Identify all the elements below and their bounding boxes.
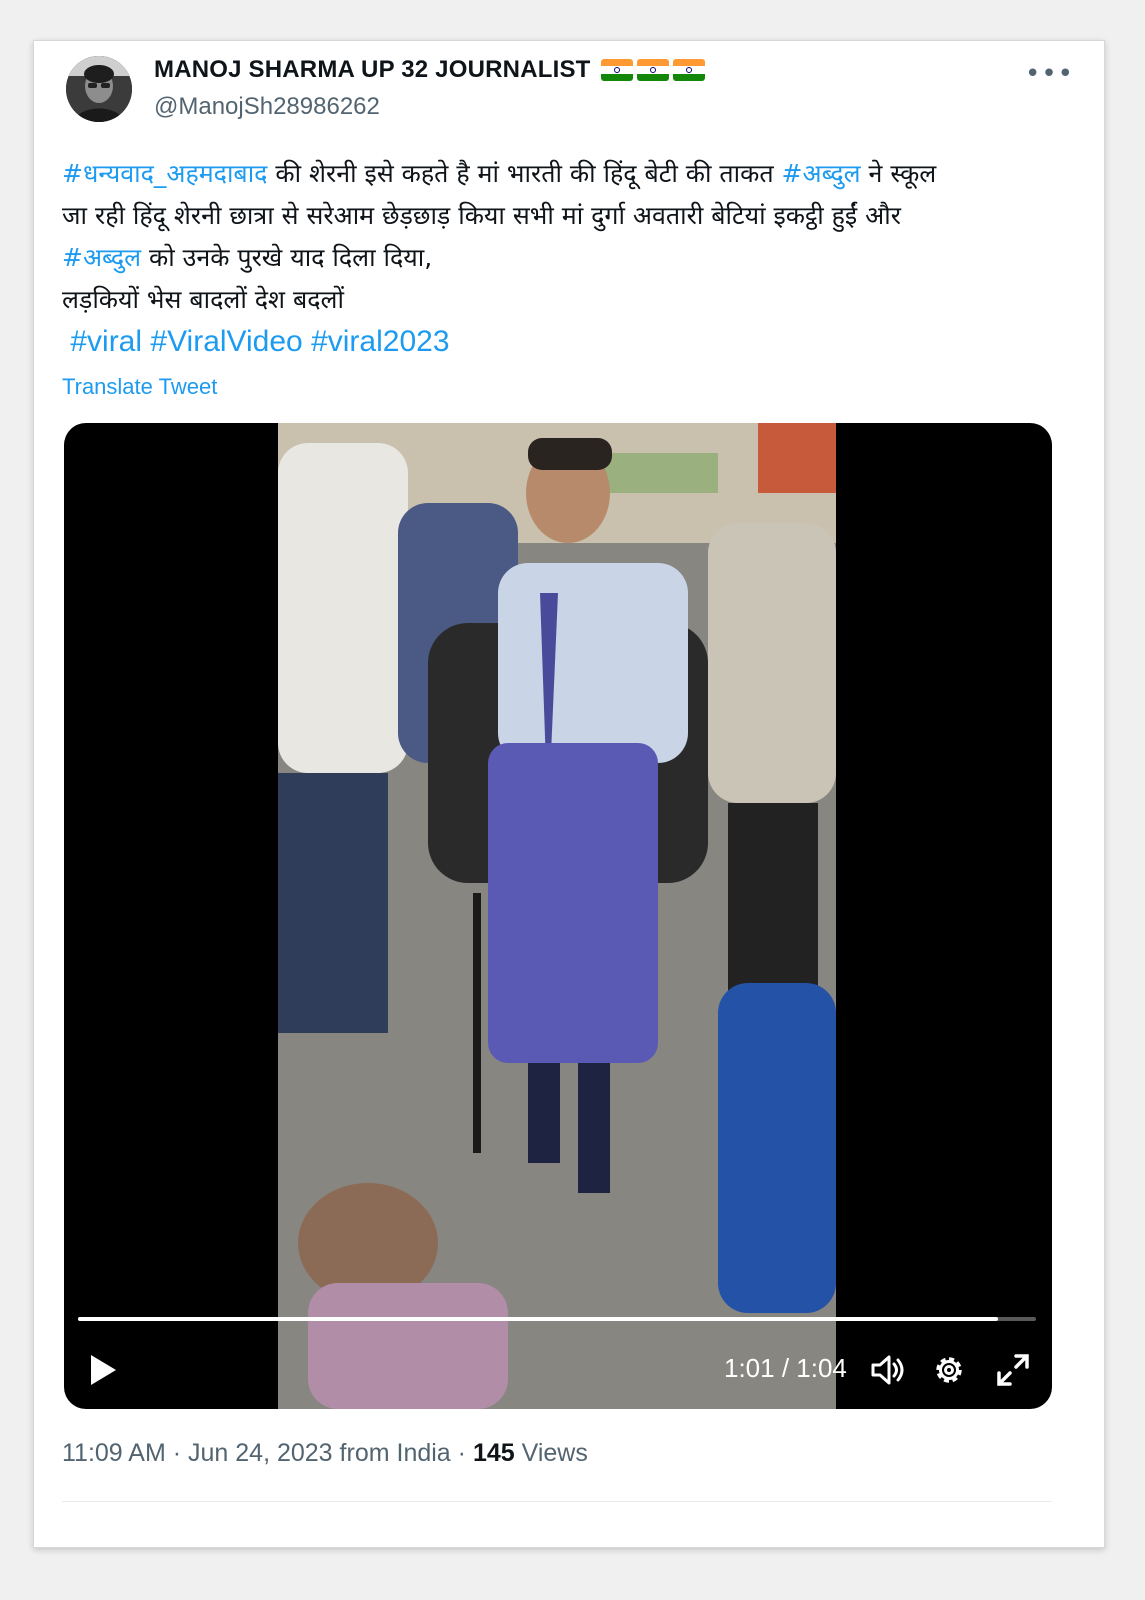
hashtags-line: #viral #ViralVideo #viral2023: [62, 321, 1062, 363]
india-flag-icon: [600, 59, 633, 81]
tweet-time[interactable]: 11:09 AM: [62, 1439, 166, 1467]
user-handle[interactable]: @ManojSh28986262: [154, 93, 380, 121]
views-count: 145: [472, 1439, 515, 1467]
hashtag-link[interactable]: #अब्दुल: [782, 159, 861, 188]
play-icon[interactable]: [88, 1353, 118, 1387]
settings-icon[interactable]: [930, 1351, 968, 1389]
avatar[interactable]: [66, 56, 132, 122]
tweet-meta: 11:09 AM · Jun 24, 2023 from India · 145…: [62, 1439, 588, 1468]
tweet-text-segment: की शेरनी इसे कहते है मां भारती की हिंदू …: [267, 159, 782, 188]
tweet-card: MANOJ SHARMA UP 32 JOURNALIST @ManojSh28…: [33, 40, 1105, 1548]
tweet-date[interactable]: Jun 24, 2023: [188, 1439, 333, 1467]
translate-tweet-link[interactable]: Translate Tweet: [62, 374, 217, 400]
tweet-text: #धन्यवाद_अहमदाबाद की शेरनी इसे कहते है म…: [62, 153, 1062, 363]
video-player[interactable]: 1:01 / 1:04: [64, 423, 1052, 1409]
flag-badges: [600, 59, 705, 81]
hashtag-link[interactable]: #धन्यवाद_अहमदाबाद: [62, 159, 267, 188]
volume-icon[interactable]: [868, 1351, 906, 1389]
video-progress-fill: [78, 1317, 998, 1321]
tweet-text-segment: लड़कियों भेस बादलों देश बदलों: [62, 285, 344, 314]
hashtag-link[interactable]: #viral2023: [311, 325, 449, 358]
video-time-display: 1:01 / 1:04: [724, 1353, 847, 1383]
tweet-line: लड़कियों भेस बादलों देश बदलों: [62, 279, 1062, 321]
tweet-line: #धन्यवाद_अहमदाबाद की शेरनी इसे कहते है म…: [62, 153, 1062, 195]
meta-separator: ·: [172, 1439, 182, 1467]
tweet-text-segment: जा रही हिंदू शेरनी छात्रा से सरेआम छेड़छ…: [62, 201, 901, 230]
fullscreen-icon[interactable]: [994, 1351, 1032, 1389]
user-name-row: MANOJ SHARMA UP 32 JOURNALIST: [154, 56, 705, 84]
india-flag-icon: [672, 59, 705, 81]
india-flag-icon: [636, 59, 669, 81]
video-progress-bar[interactable]: [78, 1317, 1036, 1321]
tweet-line: जा रही हिंदू शेरनी छात्रा से सरेआम छेड़छ…: [62, 195, 1062, 237]
meta-separator: ·: [457, 1439, 466, 1467]
video-frame: [278, 423, 836, 1409]
divider: [62, 1501, 1052, 1502]
tweet-text-segment: ने स्कूल: [860, 159, 937, 188]
avatar-photo: [66, 56, 132, 122]
more-options-icon[interactable]: •••: [1025, 59, 1074, 89]
hashtag-link[interactable]: #ViralVideo: [150, 325, 302, 358]
tweet-location: from India: [339, 1439, 451, 1467]
display-name[interactable]: MANOJ SHARMA UP 32 JOURNALIST: [154, 56, 591, 84]
views-label: Views: [521, 1439, 588, 1467]
hashtag-link[interactable]: #अब्दुल: [62, 243, 141, 272]
tweet-text-segment: को उनके पुरखे याद दिला दिया,: [141, 243, 433, 272]
tweet-line: #अब्दुल को उनके पुरखे याद दिला दिया,: [62, 237, 1062, 279]
video-still-image: [278, 423, 836, 1409]
hashtag-link[interactable]: #viral: [70, 325, 142, 358]
